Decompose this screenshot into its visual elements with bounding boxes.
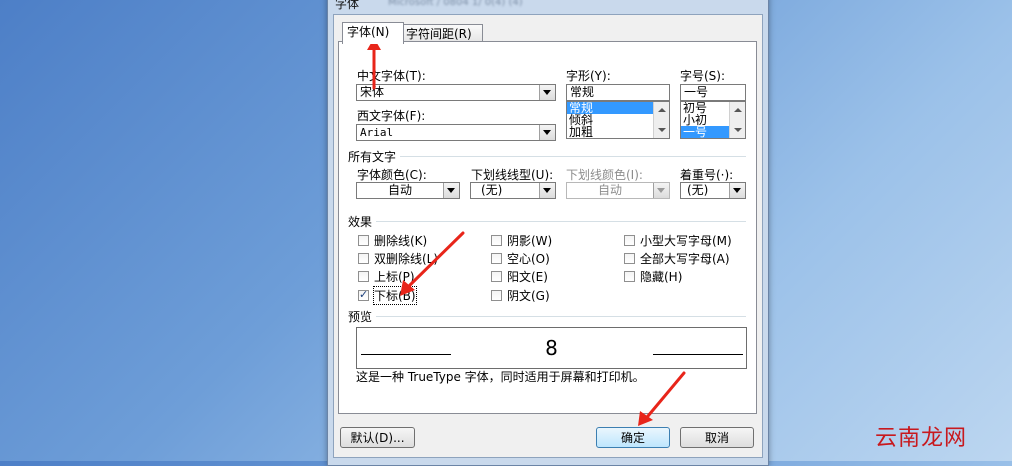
preview-group-label: 预览 bbox=[348, 310, 373, 324]
chevron-down-icon[interactable] bbox=[443, 183, 459, 198]
outline-checkbox[interactable]: 空心(O) bbox=[491, 250, 550, 267]
style-label: 字形(Y): bbox=[566, 69, 611, 83]
scrollbar[interactable] bbox=[653, 102, 669, 138]
checkbox-box[interactable] bbox=[358, 271, 369, 282]
underline-color-label: 下划线颜色(I): bbox=[566, 168, 643, 182]
chinese-font-label: 中文字体(T): bbox=[357, 69, 426, 83]
emboss-checkbox[interactable]: 阳文(E) bbox=[491, 268, 548, 285]
checkbox-label: 隐藏(H) bbox=[640, 270, 683, 284]
chinese-font-value: 宋体 bbox=[360, 85, 385, 99]
underline-style-label: 下划线线型(U): bbox=[471, 168, 554, 182]
checkbox-box[interactable] bbox=[624, 235, 635, 246]
chinese-font-combo[interactable]: 宋体 bbox=[356, 84, 556, 101]
checkbox-box[interactable] bbox=[491, 235, 502, 246]
style-input[interactable]: 常规 bbox=[566, 84, 670, 101]
default-button[interactable]: 默认(D)... bbox=[340, 427, 415, 448]
engrave-checkbox[interactable]: 阴文(G) bbox=[491, 287, 550, 304]
checkbox-label: 阳文(E) bbox=[507, 270, 548, 284]
checkbox-label: 小型大写字母(M) bbox=[640, 234, 732, 248]
checkbox-box[interactable] bbox=[491, 290, 502, 301]
chevron-down-icon bbox=[653, 183, 669, 198]
dialog-title: 字体 bbox=[335, 0, 360, 11]
emphasis-mark-label: 着重号(·): bbox=[680, 168, 734, 182]
checkbox-label: 下标(B) bbox=[373, 286, 417, 305]
checkbox-label: 双删除线(L) bbox=[374, 252, 439, 266]
style-listbox[interactable]: 常规 倾斜 加粗 bbox=[566, 101, 670, 139]
cancel-button[interactable]: 取消 bbox=[680, 427, 754, 448]
checkbox-label: 阴文(G) bbox=[507, 289, 550, 303]
group-divider bbox=[400, 156, 746, 157]
all-caps-checkbox[interactable]: 全部大写字母(A) bbox=[624, 250, 730, 267]
underline-color-combo: 自动 bbox=[566, 182, 670, 199]
hidden-checkbox[interactable]: 隐藏(H) bbox=[624, 268, 682, 285]
underline-style-value: (无) bbox=[481, 183, 503, 197]
checkbox-label: 删除线(K) bbox=[374, 234, 428, 248]
checkbox-box[interactable] bbox=[624, 253, 635, 264]
superscript-checkbox[interactable]: 上标(P) bbox=[358, 268, 415, 285]
checkbox-box[interactable] bbox=[358, 253, 369, 264]
western-font-label: 西文字体(F): bbox=[357, 109, 426, 123]
checkbox-box-checked[interactable] bbox=[358, 288, 369, 301]
subscript-checkbox[interactable]: 下标(B) bbox=[358, 286, 417, 305]
underline-color-value: 自动 bbox=[597, 183, 622, 197]
chevron-down-icon[interactable] bbox=[539, 125, 555, 140]
checkbox-box[interactable] bbox=[624, 271, 635, 282]
group-divider bbox=[376, 221, 746, 222]
size-listbox[interactable]: 初号 小初 一号 bbox=[680, 101, 746, 139]
scrollbar[interactable] bbox=[729, 102, 745, 138]
double-strikethrough-checkbox[interactable]: 双删除线(L) bbox=[358, 250, 438, 267]
preview-note: 这是一种 TrueType 字体，同时适用于屏幕和打印机。 bbox=[356, 370, 645, 384]
font-color-combo[interactable]: 自动 bbox=[356, 182, 460, 199]
chevron-down-icon[interactable] bbox=[539, 85, 555, 100]
tab-font[interactable]: 字体(N) bbox=[342, 22, 404, 44]
western-font-value: Arial bbox=[360, 126, 394, 139]
scroll-down-icon[interactable] bbox=[734, 128, 742, 132]
scroll-up-icon[interactable] bbox=[658, 108, 666, 112]
checkbox-label: 阴影(W) bbox=[507, 234, 553, 248]
chevron-down-icon[interactable] bbox=[729, 183, 745, 198]
size-input[interactable]: 一号 bbox=[680, 84, 746, 101]
checkbox-label: 上标(P) bbox=[374, 270, 415, 284]
checkbox-label: 全部大写字母(A) bbox=[640, 252, 730, 266]
preview-box: 8 bbox=[356, 327, 747, 369]
emphasis-mark-value: (无) bbox=[687, 183, 709, 197]
ok-button[interactable]: 确定 bbox=[596, 427, 670, 448]
preview-baseline-right bbox=[653, 354, 743, 355]
scroll-up-icon[interactable] bbox=[734, 108, 742, 112]
shadow-checkbox[interactable]: 阴影(W) bbox=[491, 232, 552, 249]
small-caps-checkbox[interactable]: 小型大写字母(M) bbox=[624, 232, 732, 249]
emphasis-mark-combo[interactable]: (无) bbox=[680, 182, 746, 199]
checkbox-box[interactable] bbox=[491, 253, 502, 264]
font-color-label: 字体颜色(C): bbox=[357, 168, 427, 182]
blurred-title-text: Microsoft / 0804 1/ 0(4) (4) bbox=[388, 0, 523, 8]
underline-style-combo[interactable]: (无) bbox=[470, 182, 556, 199]
effects-group-label: 效果 bbox=[348, 215, 373, 229]
checkbox-box[interactable] bbox=[491, 271, 502, 282]
font-color-value: 自动 bbox=[387, 183, 412, 197]
size-label: 字号(S): bbox=[680, 69, 726, 83]
watermark: 云南龙网 bbox=[875, 426, 968, 451]
checkbox-label: 空心(O) bbox=[507, 252, 550, 266]
chevron-down-icon[interactable] bbox=[539, 183, 555, 198]
checkbox-box[interactable] bbox=[358, 235, 369, 246]
strikethrough-checkbox[interactable]: 删除线(K) bbox=[358, 232, 427, 249]
all-text-group-label: 所有文字 bbox=[348, 150, 397, 164]
western-font-combo[interactable]: Arial bbox=[356, 124, 556, 141]
scroll-down-icon[interactable] bbox=[658, 128, 666, 132]
group-divider bbox=[376, 316, 746, 317]
preview-sample-text: 8 bbox=[545, 336, 558, 360]
